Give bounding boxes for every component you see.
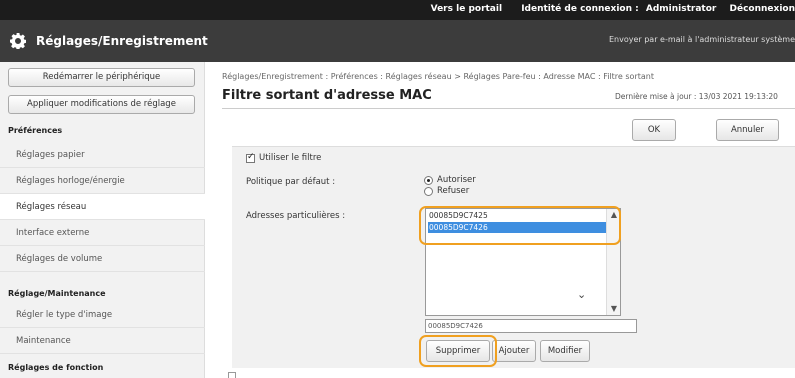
apply-changes-button[interactable]: Appliquer modifications de réglage bbox=[8, 95, 195, 114]
top-links: Vers le portail Identité de connexion : … bbox=[431, 4, 795, 14]
login-label: Identité de connexion : bbox=[521, 4, 639, 14]
breadcrumb: Réglages/Enregistrement : Préférences : … bbox=[222, 72, 654, 81]
add-button[interactable]: Ajouter bbox=[492, 340, 536, 362]
scroll-down-icon[interactable]: ▼ bbox=[609, 304, 619, 314]
page-title: Filtre sortant d'adresse MAC bbox=[222, 88, 432, 103]
policy-allow-radio[interactable] bbox=[424, 176, 433, 185]
email-admin-link[interactable]: Envoyer par e-mail à l'administrateur sy… bbox=[609, 35, 795, 44]
policy-allow-label: Autoriser bbox=[437, 175, 476, 185]
app-header: Réglages/Enregistrement Envoyer par e-ma… bbox=[0, 20, 795, 62]
title-divider bbox=[222, 108, 795, 109]
edit-button[interactable]: Modifier bbox=[540, 340, 590, 362]
portal-link[interactable]: Vers le portail bbox=[431, 4, 502, 14]
policy-deny-radio[interactable] bbox=[424, 187, 433, 196]
logout-link[interactable]: Déconnexion bbox=[730, 4, 795, 14]
top-bar: Vers le portail Identité de connexion : … bbox=[0, 0, 795, 20]
address-highlight bbox=[419, 206, 621, 245]
policy-deny-label: Refuser bbox=[437, 186, 470, 196]
partial-checkbox[interactable] bbox=[228, 372, 236, 378]
sidebar-item-paper[interactable]: Réglages papier bbox=[0, 142, 205, 168]
user-name: Administrator bbox=[645, 4, 717, 14]
addresses-label: Adresses particulières : bbox=[246, 211, 346, 221]
delete-button-highlight bbox=[419, 335, 497, 367]
page-section-title: Réglages/Enregistrement bbox=[36, 34, 208, 48]
sidebar: Redémarrer le périphérique Appliquer mod… bbox=[0, 62, 205, 378]
chevron-down-icon[interactable]: ⌄ bbox=[577, 288, 586, 301]
ok-button[interactable]: OK bbox=[632, 119, 676, 141]
sidebar-item-maintenance[interactable]: Maintenance bbox=[0, 328, 205, 354]
sidebar-item-clock-energy[interactable]: Réglages horloge/énergie bbox=[0, 168, 205, 194]
sidebar-item-volume[interactable]: Réglages de volume bbox=[0, 246, 205, 272]
use-filter-label: Utiliser le filtre bbox=[259, 153, 322, 163]
default-policy-label: Politique par défaut : bbox=[246, 177, 336, 187]
sidebar-item-external-interface[interactable]: Interface externe bbox=[0, 220, 205, 246]
sidebar-heading-preferences: Préférences bbox=[8, 126, 63, 135]
sidebar-heading-functions: Réglages de fonction bbox=[8, 363, 104, 372]
sidebar-item-network[interactable]: Réglages réseau bbox=[0, 194, 205, 220]
cancel-button[interactable]: Annuler bbox=[716, 119, 779, 141]
sidebar-heading-maintenance: Réglage/Maintenance bbox=[8, 289, 106, 298]
sidebar-item-image-type[interactable]: Régler le type d'image bbox=[0, 302, 205, 328]
last-update-text: Dernière mise à jour : 13/03 2021 19:13:… bbox=[615, 92, 778, 101]
gear-icon bbox=[10, 33, 26, 49]
restart-device-button[interactable]: Redémarrer le périphérique bbox=[8, 68, 195, 87]
use-filter-checkbox[interactable] bbox=[246, 152, 255, 163]
mac-address-input[interactable]: 00085D9C7426 bbox=[425, 319, 637, 333]
